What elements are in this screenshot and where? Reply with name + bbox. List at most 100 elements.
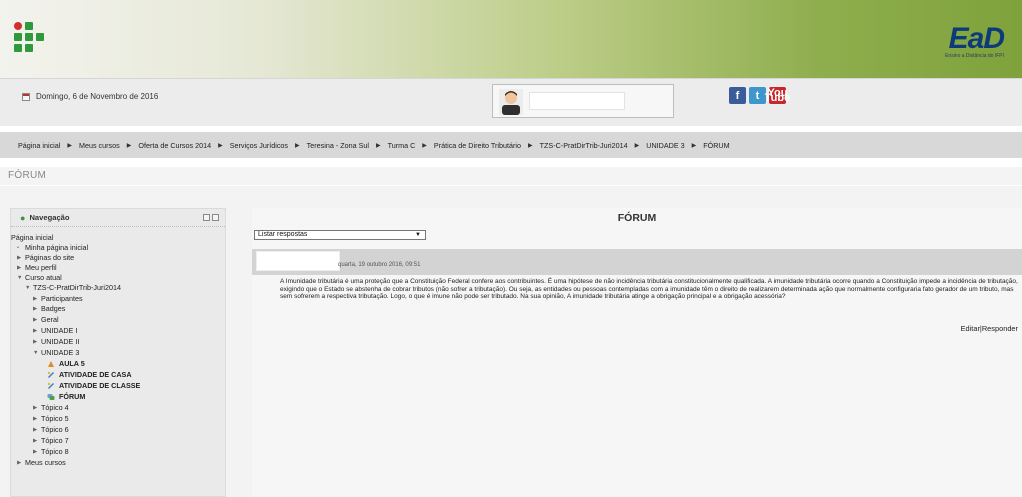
- current-date: Domingo, 6 de Novembro de 2016: [22, 92, 158, 101]
- nav-item-general[interactable]: ▶ Geral: [33, 315, 59, 324]
- breadcrumb-separator-icon: ▶: [691, 142, 697, 149]
- breadcrumb-item[interactable]: Oferta de Cursos 2014: [138, 141, 211, 150]
- social-links: f t You Tube: [729, 87, 790, 104]
- nav-item-label: Página inicial: [11, 233, 54, 242]
- breadcrumb-item[interactable]: Teresina - Zona Sul: [307, 141, 369, 150]
- nav-item-label: Tópico 5: [41, 414, 69, 423]
- nav-item-participants[interactable]: ▶ Participantes: [33, 294, 83, 303]
- facebook-icon[interactable]: f: [729, 87, 746, 104]
- navigation-block: ● Navegação Página inicial • Minha página…: [10, 208, 226, 497]
- ifpi-logo[interactable]: [14, 22, 44, 52]
- site-header: EaD Ensino a Distância do IFPI: [0, 0, 1022, 78]
- nav-item-home[interactable]: Página inicial: [11, 233, 53, 242]
- logo-square: [36, 33, 44, 41]
- nav-item-site-pages[interactable]: ▶ Páginas do site: [17, 253, 74, 262]
- logo-dot-red: [14, 22, 22, 30]
- caret-right-icon: ▶: [33, 426, 38, 433]
- ead-logo[interactable]: EaD Ensino a Distância do IFPI: [945, 22, 1005, 59]
- caret-right-icon: ▶: [33, 404, 38, 411]
- post-author-redacted: [256, 251, 340, 271]
- nav-item-my-home[interactable]: • Minha página inicial: [17, 243, 88, 252]
- breadcrumb-separator-icon: ▶: [422, 142, 427, 149]
- nav-item-current-course[interactable]: ▼ Curso atual: [17, 273, 62, 282]
- breadcrumb-item[interactable]: Página inicial: [18, 141, 60, 150]
- post-header: quarta, 19 outubro 2016, 09:51: [252, 249, 1022, 275]
- nav-item-unit-1[interactable]: ▶ UNIDADE I: [33, 326, 77, 335]
- caret-down-icon: ▼: [33, 349, 39, 356]
- nav-item-aula-5[interactable]: AULA 5: [47, 359, 85, 368]
- nav-item-label: ATIVIDADE DE CASA: [59, 370, 132, 379]
- logo-square: [25, 22, 33, 30]
- nav-item-label: Meus cursos: [25, 458, 66, 467]
- nav-item-label: Páginas do site: [25, 253, 75, 262]
- caret-down-icon: ▼: [25, 284, 31, 291]
- breadcrumb-current: FÓRUM: [703, 140, 730, 150]
- nav-item-topic-4[interactable]: ▶ Tópico 4: [33, 403, 69, 412]
- reply-link[interactable]: Responder: [982, 324, 1018, 333]
- nav-item-label: UNIDADE I: [41, 326, 78, 335]
- caret-right-icon: ▶: [33, 338, 38, 345]
- chevron-down-icon: ▼: [415, 232, 421, 238]
- breadcrumb-separator-icon: ▶: [67, 142, 72, 149]
- ead-logo-word: EaD: [948, 22, 1005, 55]
- dock-icon[interactable]: [212, 214, 219, 221]
- user-avatar-icon: [499, 89, 523, 115]
- breadcrumb-separator-icon: ▶: [295, 142, 300, 149]
- navigation-controls: [203, 214, 219, 221]
- user-name-redacted: [529, 92, 625, 110]
- nav-item-my-courses[interactable]: ▶ Meus cursos: [17, 458, 66, 467]
- caret-right-icon: ▶: [33, 415, 38, 422]
- nav-item-label: Geral: [41, 315, 59, 324]
- youtube-icon[interactable]: You Tube: [765, 87, 790, 104]
- nav-item-forum[interactable]: FÓRUM: [47, 392, 85, 401]
- breadcrumb-item[interactable]: Prática de Direito Tributário: [434, 141, 521, 150]
- nav-item-label: Tópico 6: [41, 425, 69, 434]
- caret-right-icon: ▶: [33, 295, 38, 302]
- breadcrumb-item[interactable]: UNIDADE 3: [646, 141, 684, 150]
- navigation-title: Navegação: [29, 213, 70, 222]
- nav-item-topic-5[interactable]: ▶ Tópico 5: [33, 414, 69, 423]
- bullet-icon: ●: [20, 212, 26, 223]
- caret-right-icon: ▶: [33, 316, 38, 323]
- nav-item-unit-3[interactable]: ▼ UNIDADE 3: [33, 348, 79, 357]
- nav-item-home-activity[interactable]: ATIVIDADE DE CASA: [47, 370, 132, 379]
- nav-item-label: ATIVIDADE DE CLASSE: [59, 381, 141, 390]
- nav-item-label: UNIDADE II: [41, 337, 80, 346]
- forum-main: FÓRUM Listar respostas ▼ quarta, 19 outu…: [252, 208, 1022, 497]
- ead-logo-tagline: Ensino a Distância do IFPI: [945, 53, 1004, 59]
- post-actions: Editar|Responder: [961, 324, 1018, 333]
- breadcrumb: Página inicial ▶ Meus cursos ▶ Oferta de C…: [0, 132, 1022, 158]
- post-message: A Imunidade tributária é uma proteção qu…: [280, 278, 1018, 301]
- breadcrumb-item[interactable]: Turma C: [388, 141, 416, 150]
- navigation-header[interactable]: ● Navegação: [11, 209, 225, 227]
- twitter-icon[interactable]: t: [749, 87, 766, 104]
- forum-title: FÓRUM: [617, 212, 657, 224]
- caret-right-icon: ▶: [33, 327, 38, 334]
- caret-down-icon: ▼: [17, 274, 23, 281]
- user-box[interactable]: [492, 84, 674, 118]
- minimize-icon[interactable]: [203, 214, 210, 221]
- breadcrumb-separator-icon: ▶: [375, 142, 381, 149]
- nav-item-badges[interactable]: ▶ Badges: [33, 304, 65, 313]
- edit-link[interactable]: Editar: [961, 324, 980, 333]
- nav-item-profile[interactable]: ▶ Meu perfil: [17, 263, 57, 272]
- assignment-icon: [47, 382, 54, 389]
- caret-right-icon: ▶: [33, 437, 38, 444]
- nav-item-label: Tópico 8: [41, 447, 69, 456]
- forum-icon: [47, 393, 55, 400]
- nav-item-topic-6[interactable]: ▶ Tópico 6: [33, 425, 69, 434]
- logo-square: [25, 44, 33, 52]
- nav-item-label: TZS-C-PratDirTrib-Juri2014: [33, 283, 121, 292]
- calendar-icon: [22, 92, 30, 101]
- nav-item-course[interactable]: ▼ TZS-C-PratDirTrib-Juri2014: [25, 283, 121, 292]
- display-mode-select[interactable]: Listar respostas ▼: [254, 230, 426, 240]
- nav-item-unit-2[interactable]: ▶ UNIDADE II: [33, 337, 79, 346]
- nav-item-topic-8[interactable]: ▶ Tópico 8: [33, 447, 69, 456]
- breadcrumb-separator-icon: ▶: [126, 142, 132, 149]
- breadcrumb-item[interactable]: Serviços Jurídicos: [230, 141, 288, 150]
- breadcrumb-item[interactable]: TZS-C-PratDirTrib-Juri2014: [540, 141, 628, 150]
- nav-item-class-activity[interactable]: ATIVIDADE DE CLASSE: [47, 381, 140, 390]
- breadcrumb-item[interactable]: Meus cursos: [79, 141, 120, 150]
- breadcrumb-separator-icon: ▶: [218, 142, 223, 149]
- nav-item-topic-7[interactable]: ▶ Tópico 7: [33, 436, 69, 445]
